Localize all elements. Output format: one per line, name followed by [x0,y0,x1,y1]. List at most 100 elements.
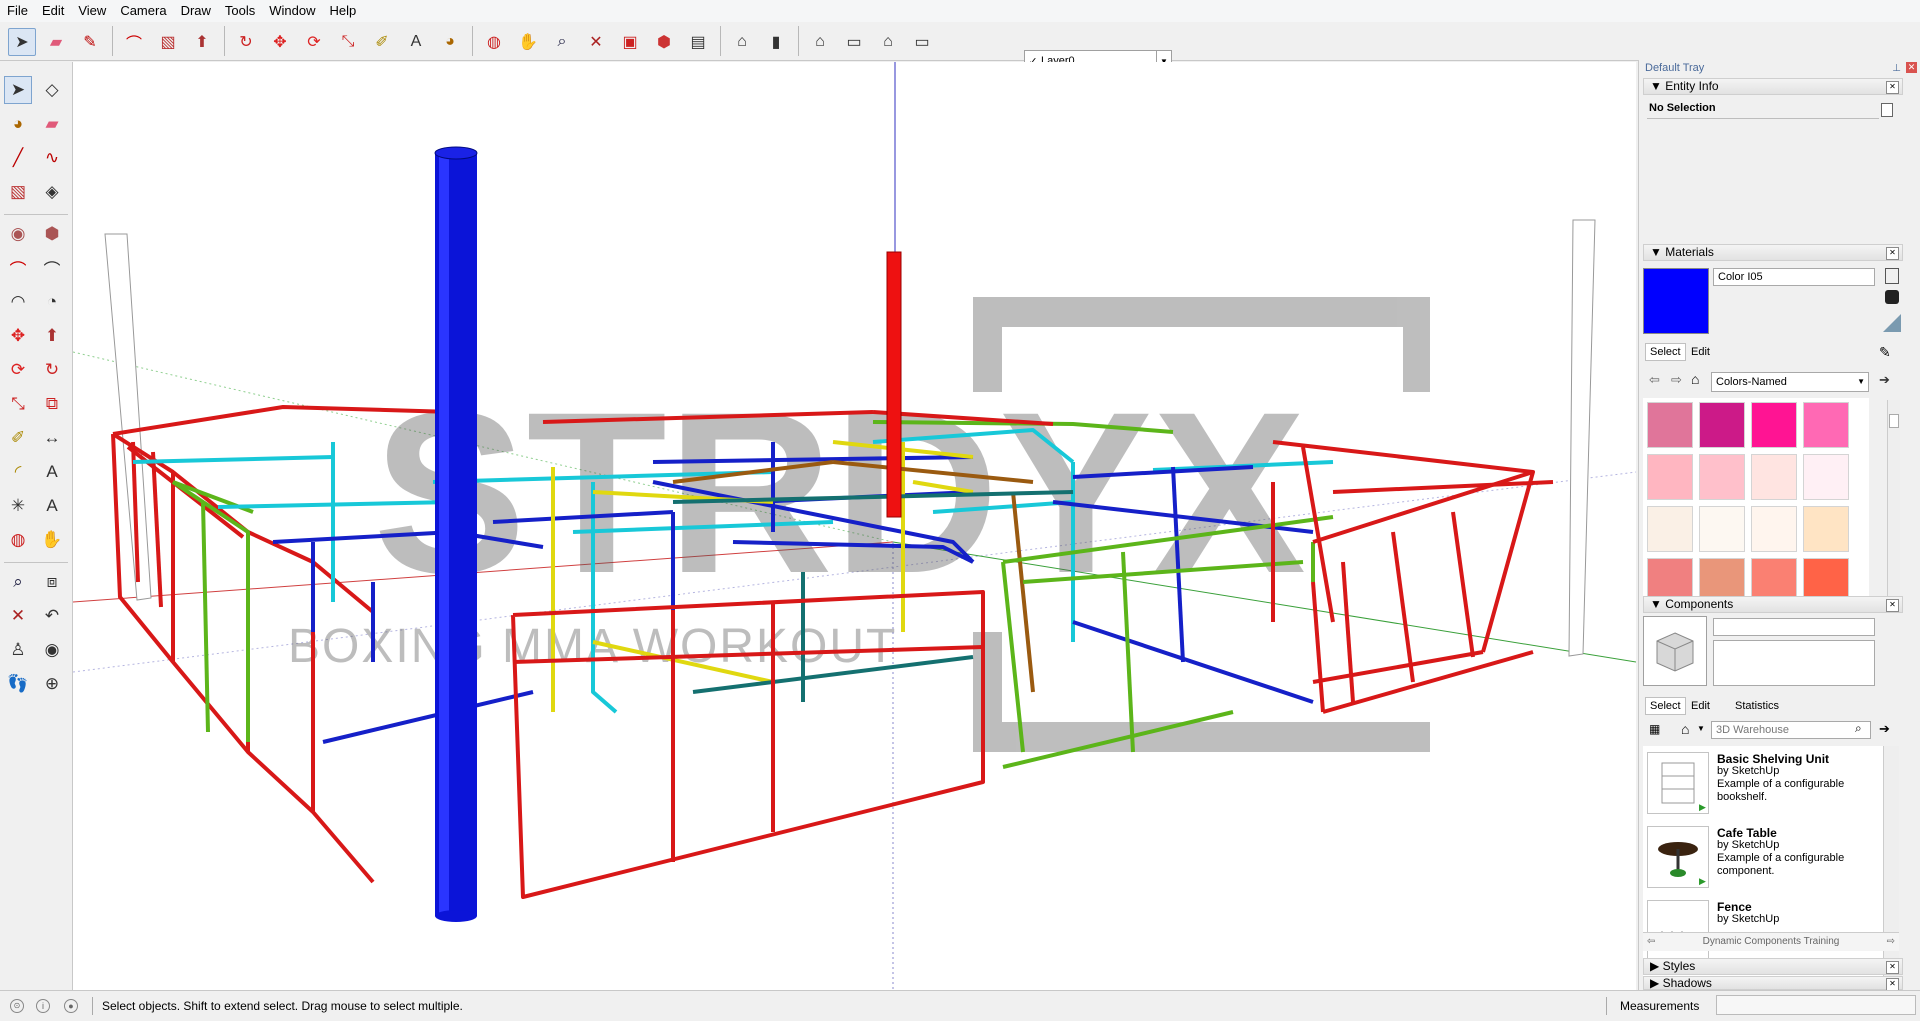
components-header[interactable]: ▼ Components ✕ [1643,596,1903,613]
component-item[interactable]: Cafe Table by SketchUp Example of a config… [1647,826,1887,898]
select-icon[interactable]: ➤ [8,28,36,56]
back-arrow-icon[interactable]: ⇦ [1647,933,1655,951]
home-icon[interactable]: ⌂ [1691,371,1699,387]
component-item[interactable]: Basic Shelving Unit by SketchUp Example of… [1647,752,1887,824]
component-scrollbar[interactable] [1883,746,1899,994]
menu-edit[interactable]: Edit [35,0,71,22]
library-dropdown[interactable]: Colors-Named ▼ [1711,372,1869,392]
pan-icon[interactable]: ✋ [514,28,542,56]
menu-tools[interactable]: Tools [218,0,262,22]
right-view-icon[interactable]: ▭ [840,28,868,56]
make-component-icon[interactable]: ◇ [38,76,66,104]
zoom-window-icon[interactable]: ⧈ [38,568,66,596]
scale-icon[interactable]: ⤡ [4,390,32,418]
zoom-icon[interactable]: ⌕ [4,568,32,596]
orbit-icon[interactable]: ◍ [4,526,32,554]
arc-icon[interactable]: ⌒ [120,28,148,56]
arc-icon[interactable]: ⌒ [4,254,32,282]
zoom-extents-icon[interactable]: ✕ [582,28,610,56]
tab-edit[interactable]: Edit [1687,698,1714,714]
menu-window[interactable]: Window [262,0,322,22]
position-camera-icon[interactable]: ♙ [4,636,32,664]
back-view-icon[interactable]: ⌂ [874,28,902,56]
color-swatch[interactable] [1647,454,1693,500]
warehouse-search-input[interactable]: 3D Warehouse [1711,721,1871,739]
pie-icon[interactable]: ◔ [38,288,66,316]
tape-measure-icon[interactable]: ✐ [4,424,32,452]
top-view-icon[interactable]: ▮ [762,28,790,56]
rotate-icon[interactable]: ⟳ [300,28,328,56]
iso-view-icon[interactable]: ⌂ [728,28,756,56]
details-arrow-icon[interactable]: ➔ [1879,721,1890,737]
eraser-icon[interactable]: ▰ [38,110,66,138]
styles-header[interactable]: ▶ Styles ✕ [1643,958,1903,975]
push-pull-icon[interactable]: ⬆ [188,28,216,56]
tab-select[interactable]: Select [1645,343,1686,361]
sample-paint-icon[interactable] [1885,290,1899,304]
tape-measure-icon[interactable]: ✐ [368,28,396,56]
front-view-icon[interactable]: ⌂ [806,28,834,56]
color-swatch[interactable] [1751,402,1797,448]
tab-statistics[interactable]: Statistics [1731,698,1783,714]
follow-me-icon[interactable]: ↻ [38,356,66,384]
scrollbar-thumb[interactable] [1889,414,1899,428]
credits-icon[interactable]: i [36,999,50,1013]
push-pull-icon[interactable]: ⬆ [38,322,66,350]
menu-file[interactable]: File [0,0,35,22]
create-material-icon[interactable] [1885,268,1899,284]
rectangle-icon[interactable]: ▧ [154,28,182,56]
swatch-scrollbar[interactable] [1887,400,1900,600]
scale-icon[interactable]: ⤡ [334,28,362,56]
tab-edit[interactable]: Edit [1687,344,1714,360]
details-toggle-icon[interactable] [1881,103,1893,117]
color-swatch[interactable] [1647,506,1693,552]
polygon-icon[interactable]: ⬢ [38,220,66,248]
text-icon[interactable]: A [402,28,430,56]
home-icon[interactable]: ⌂ [1681,721,1689,737]
pin-icon[interactable]: ⊥ [1892,61,1901,77]
collection-nav[interactable]: ⇦ Dynamic Components Training ⇨ [1643,932,1899,951]
pencil-icon[interactable]: ✎ [76,28,104,56]
extension-warehouse-icon[interactable]: ▤ [684,28,712,56]
color-swatch[interactable] [1803,454,1849,500]
two-point-arc-icon[interactable]: ⌒ [38,254,66,282]
offset-icon[interactable]: ⧉ [38,390,66,418]
color-swatch[interactable] [1751,506,1797,552]
line-icon[interactable]: ╱ [4,144,32,172]
model-viewport[interactable]: STRDYX BOXING MMA WORKOUT [73,62,1636,990]
dimension-icon[interactable]: ↔ [38,424,66,452]
zoom-icon[interactable]: ⌕ [548,28,576,56]
color-swatch[interactable] [1699,506,1745,552]
component-name-input[interactable] [1713,618,1875,636]
material-name-input[interactable]: Color I05 [1713,268,1875,286]
pan-icon[interactable]: ✋ [38,526,66,554]
axes-icon[interactable]: ✳ [4,492,32,520]
user-icon[interactable]: ● [64,999,78,1013]
look-around-icon[interactable]: ◉ [38,636,66,664]
close-icon[interactable]: ✕ [1886,599,1899,612]
text-icon[interactable]: A [38,458,66,486]
follow-me-icon[interactable]: ↻ [232,28,260,56]
details-arrow-icon[interactable]: ➔ [1879,372,1890,388]
eyedropper-icon[interactable]: ✎ [1879,344,1891,361]
color-swatch[interactable] [1751,454,1797,500]
forward-arrow-icon[interactable]: ⇨ [1887,933,1895,951]
section-plane-icon[interactable]: ⊕ [38,670,66,698]
menu-draw[interactable]: Draw [174,0,218,22]
geo-location-icon[interactable]: ⊙ [10,999,24,1013]
color-swatch[interactable] [1699,402,1745,448]
share-model-icon[interactable]: ⬢ [650,28,678,56]
rectangle-icon[interactable]: ▧ [4,178,32,206]
move-icon[interactable]: ✥ [4,322,32,350]
orbit-icon[interactable]: ◍ [480,28,508,56]
three-point-arc-icon[interactable]: ◠ [4,288,32,316]
close-icon[interactable]: ✕ [1886,81,1899,94]
materials-header[interactable]: ▼ Materials ✕ [1643,244,1903,261]
color-swatch[interactable] [1803,506,1849,552]
circle-icon[interactable]: ◉ [4,220,32,248]
paint-bucket-icon[interactable]: ◕ [436,28,464,56]
entity-info-header[interactable]: ▼ Entity Info ✕ [1643,78,1903,95]
menu-camera[interactable]: Camera [113,0,173,22]
model-canvas[interactable]: STRDYX BOXING MMA WORKOUT [73,62,1636,990]
close-icon[interactable]: ✕ [1886,961,1899,974]
